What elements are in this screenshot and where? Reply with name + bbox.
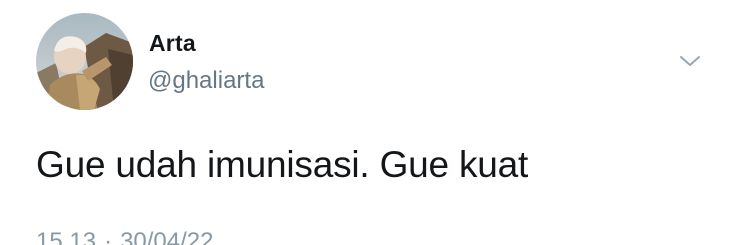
tweet-time: 15.13 xyxy=(36,228,97,245)
tweet-timestamp[interactable]: 15.13 · 30/04/22 xyxy=(36,228,213,245)
timestamp-separator: · xyxy=(104,228,113,245)
tweet-text: Gue udah imunisasi. Gue kuat xyxy=(36,144,529,185)
avatar[interactable] xyxy=(36,13,133,110)
tweet-date: 30/04/22 xyxy=(120,228,214,245)
chevron-down-icon[interactable] xyxy=(678,52,702,70)
tweet-card: Arta @ghaliarta Gue udah imunisasi. Gue … xyxy=(0,0,736,245)
user-handle[interactable]: @ghaliarta xyxy=(148,67,264,95)
display-name[interactable]: Arta xyxy=(149,30,196,57)
avatar-photo xyxy=(36,13,133,110)
